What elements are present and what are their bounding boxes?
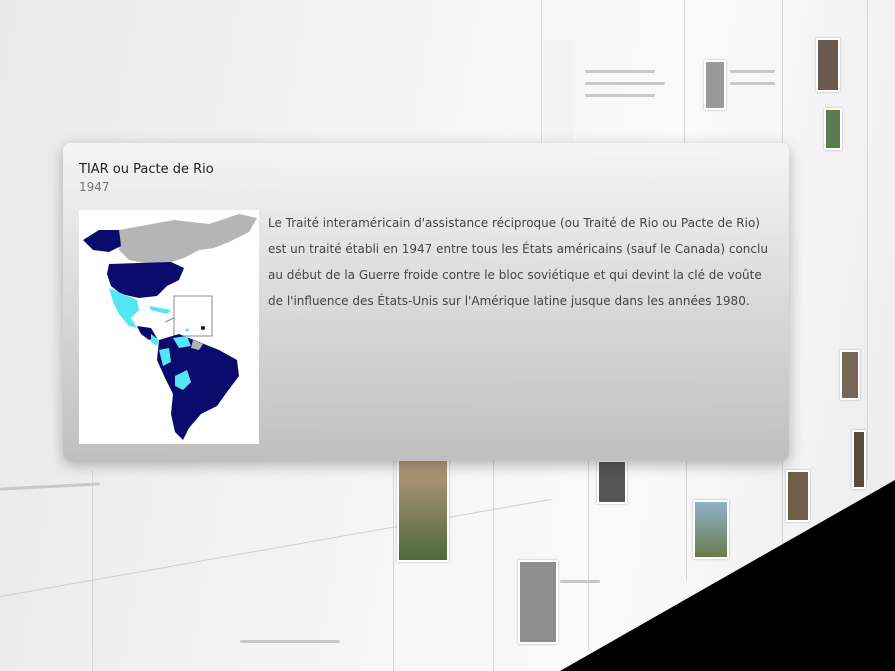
timeline-photo[interactable] (597, 460, 627, 504)
timeline-photo[interactable] (824, 108, 842, 150)
timeline-photo[interactable] (786, 470, 810, 522)
timeline-map[interactable] (544, 40, 574, 140)
event-year: 1947 (79, 180, 110, 194)
americas-map-icon (79, 210, 259, 444)
timeline-photo[interactable] (518, 560, 558, 644)
timeline-photo[interactable] (693, 500, 729, 559)
event-description: Le Traité interaméricain d'assistance ré… (268, 216, 768, 308)
event-title: TIAR ou Pacte de Rio (79, 162, 214, 177)
timeline-photo[interactable] (397, 458, 449, 562)
timeline-photo[interactable] (704, 60, 726, 110)
timeline-photo[interactable] (840, 350, 860, 400)
timeline-photo[interactable] (816, 38, 840, 92)
event-popup-card[interactable]: TIAR ou Pacte de Rio 1947 Le Traité inte… (63, 143, 789, 461)
timeline-photo[interactable] (852, 430, 866, 489)
